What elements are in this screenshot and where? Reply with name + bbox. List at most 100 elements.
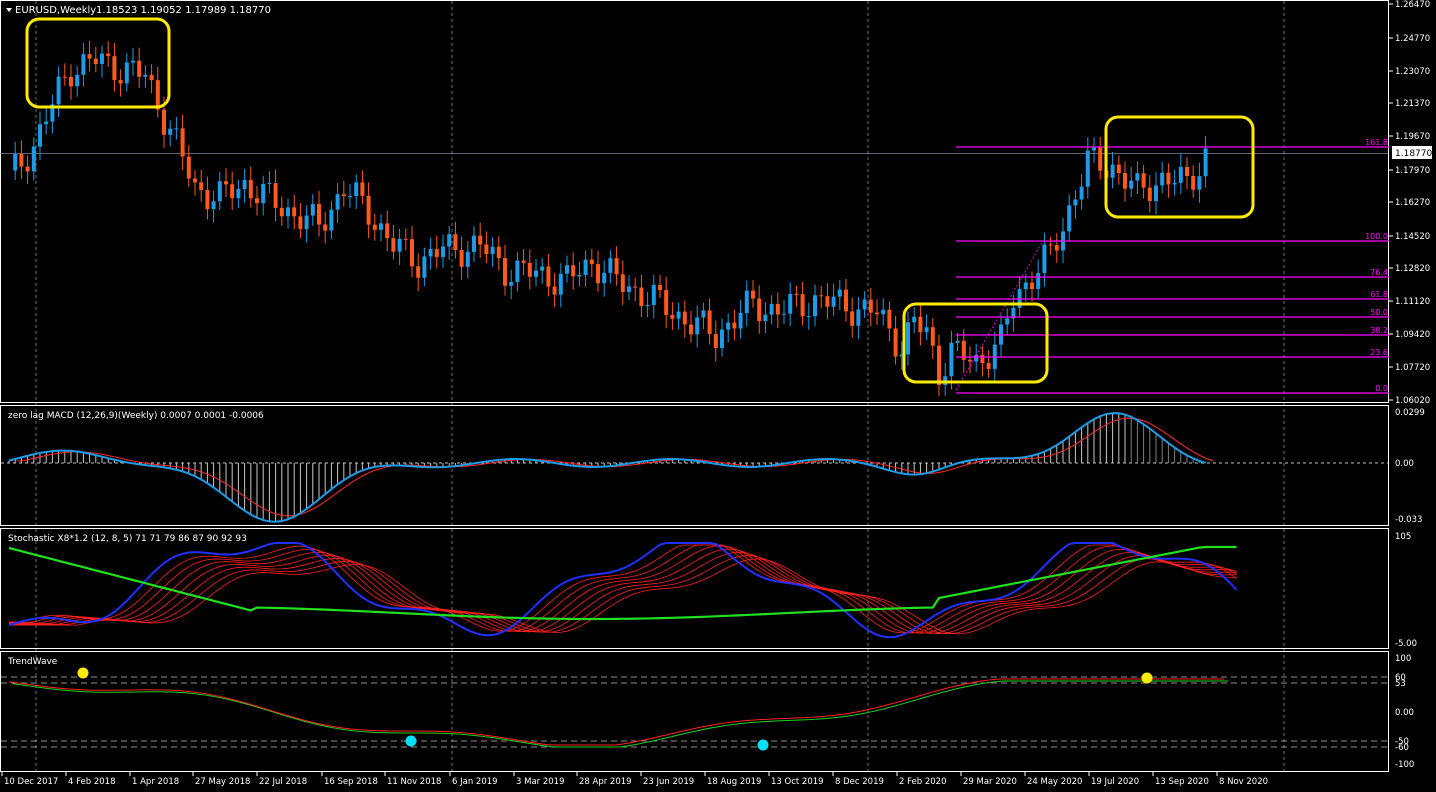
candle-body: [310, 204, 315, 216]
trendwave-scale-label: -60: [1395, 743, 1409, 753]
candle-body: [1054, 245, 1059, 251]
candle-body: [242, 179, 247, 190]
candle-body: [757, 298, 762, 322]
candle-body: [552, 286, 557, 295]
candle-body: [1079, 186, 1084, 200]
candle-body: [459, 250, 464, 267]
candle-body: [137, 60, 142, 77]
price-scale-label: 1.19670: [1395, 132, 1430, 142]
candle-body: [224, 181, 228, 185]
macd-scale-label: -0.033: [1395, 515, 1422, 525]
candle-body: [645, 305, 650, 307]
stochastic-scale-label: -5.00: [1395, 639, 1417, 649]
fib-level-label: 50.0: [1370, 308, 1388, 317]
candle-body: [707, 310, 712, 334]
candle-body: [1042, 244, 1047, 274]
candle-body: [565, 265, 569, 274]
candle-body: [1141, 173, 1146, 188]
candle-body: [844, 289, 848, 312]
candle-body: [341, 194, 346, 197]
candle-body: [131, 60, 135, 63]
time-axis-label: 28 Apr 2019: [579, 777, 632, 787]
price-scale-label: 1.07720: [1395, 363, 1430, 373]
candle-body: [292, 207, 297, 217]
fib-level-label: 38.2: [1370, 326, 1388, 335]
candle-body: [286, 207, 290, 217]
candle-body: [335, 194, 340, 210]
candle-body: [428, 249, 433, 257]
candle-body: [986, 363, 991, 369]
candle-body: [478, 235, 483, 245]
candle-body: [56, 76, 61, 105]
candle-body: [490, 246, 495, 255]
candle-body: [1092, 147, 1096, 151]
candle-body: [19, 153, 24, 167]
candle-body: [1023, 282, 1028, 290]
candle-body: [558, 273, 563, 295]
candle-body: [38, 124, 42, 147]
candle-body: [627, 286, 631, 292]
candle-body: [788, 294, 793, 314]
candle-body: [93, 58, 98, 64]
time-axis-label: 13 Sep 2020: [1155, 777, 1209, 787]
candle-body: [193, 178, 197, 183]
candle-body: [806, 316, 811, 318]
trendwave-panel[interactable]: [0, 651, 1389, 772]
time-axis-label: 2 Feb 2020: [899, 777, 947, 787]
fib-level-label: 61.8: [1370, 290, 1388, 299]
trendwave-scale-label: -100: [1395, 760, 1414, 770]
stochastic-panel[interactable]: [0, 528, 1389, 649]
time-axis-label: 6 Jan 2019: [452, 777, 498, 787]
candle-body: [875, 312, 879, 315]
trading-chart[interactable]: 161.8 100.0 76.4 61.8 50.0 38.2 23.6 0.0 EURUSD…: [0, 0, 1436, 792]
candle-body: [1030, 282, 1034, 290]
candle-body: [887, 309, 892, 329]
candle-body: [980, 354, 985, 364]
candle-body: [1166, 172, 1171, 185]
candle-body: [850, 311, 855, 326]
candle-body: [118, 80, 123, 84]
candle-body: [633, 286, 638, 288]
candle-body: [366, 195, 371, 225]
candle-body: [267, 183, 272, 185]
current-price-label: 1.18770: [1395, 149, 1432, 159]
candle-body: [534, 270, 538, 277]
candle-body: [509, 282, 514, 286]
main-ohlc: 1.18523 1.19052 1.17989 1.18770: [96, 5, 271, 16]
time-axis-label: 19 Jul 2020: [1091, 777, 1139, 787]
candle-body: [614, 258, 619, 275]
candle-body: [831, 296, 836, 307]
candle-body: [1172, 182, 1177, 185]
candle-body: [825, 296, 830, 307]
candle-body: [738, 312, 743, 329]
fib-level-label: 23.6: [1370, 348, 1388, 357]
signal-dot: [77, 667, 89, 679]
candle-body: [620, 274, 625, 292]
stochastic-scale-label: 105: [1395, 532, 1411, 542]
candle-body: [651, 284, 656, 306]
candle-body: [732, 322, 737, 329]
candle-body: [385, 223, 390, 239]
candle-body: [1067, 205, 1072, 232]
candle-body: [868, 299, 873, 313]
candle-body: [472, 235, 476, 252]
candle-body: [794, 294, 799, 296]
candle-body: [465, 251, 470, 267]
macd-panel[interactable]: [0, 405, 1389, 526]
candle-body: [837, 289, 842, 297]
candle-body: [571, 265, 576, 277]
candle-body: [602, 272, 607, 284]
candle-body: [217, 181, 222, 202]
candle-body: [1036, 273, 1041, 290]
candle-body: [25, 166, 30, 172]
candle-body: [1098, 147, 1103, 171]
price-scale-label: 1.12820: [1395, 264, 1430, 274]
time-axis-label: 10 Dec 2017: [4, 777, 58, 787]
time-axis-label: 4 Feb 2018: [68, 777, 116, 787]
time-axis-label: 29 Mar 2020: [963, 777, 1017, 787]
candle-body: [1085, 150, 1090, 187]
candle-body: [813, 295, 817, 317]
fib-level-label: 100.0: [1365, 232, 1388, 241]
candle-body: [924, 327, 929, 333]
macd-scale-label: 0.00: [1395, 459, 1414, 469]
